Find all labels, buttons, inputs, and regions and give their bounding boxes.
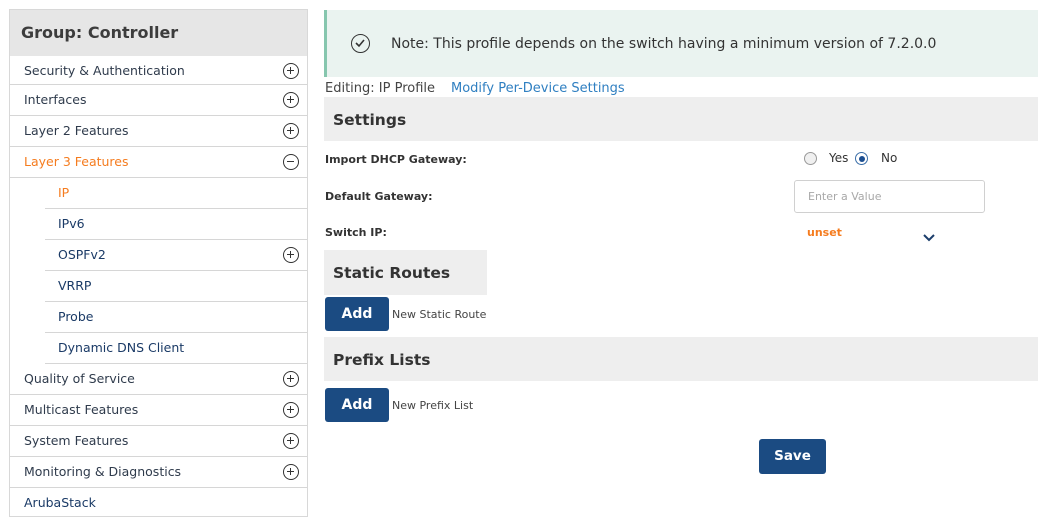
expand-plus-icon[interactable] [283, 464, 299, 480]
import-dhcp-yes-label: Yes [829, 151, 849, 165]
sidebar-item-label: Interfaces [24, 92, 87, 107]
sidebar-title: Group: Controller [10, 10, 307, 56]
add-static-route-button[interactable]: Add [325, 297, 389, 331]
switch-ip-select[interactable]: unset [794, 221, 950, 245]
settings-section-header: Settings [324, 97, 1038, 141]
switch-ip-value: unset [807, 226, 842, 239]
sidebar-item-multicast-features[interactable]: Multicast Features [10, 395, 307, 426]
sidebar-item-label: Dynamic DNS Client [58, 340, 185, 355]
expand-plus-icon[interactable] [283, 63, 299, 79]
sidebar: Group: Controller Security & Authenticat… [9, 9, 308, 517]
sidebar-item-arubastack[interactable]: ArubaStack [10, 488, 307, 519]
expand-plus-icon[interactable] [283, 92, 299, 108]
check-circle-icon [351, 34, 370, 53]
sidebar-item-label: Layer 3 Features [24, 154, 129, 169]
sidebar-item-system-features[interactable]: System Features [10, 426, 307, 457]
import-dhcp-yes-radio[interactable] [804, 152, 817, 165]
save-button[interactable]: Save [759, 439, 826, 474]
sidebar-item-layer3-features[interactable]: Layer 3 Features [10, 147, 307, 178]
default-gateway-input[interactable] [794, 180, 985, 213]
switch-ip-label: Switch IP: [325, 226, 387, 239]
sidebar-item-label: IPv6 [58, 216, 85, 231]
sidebar-item-ip[interactable]: IP [45, 178, 307, 209]
sidebar-item-layer2-features[interactable]: Layer 2 Features [10, 116, 307, 147]
sidebar-item-label: IP [58, 185, 70, 200]
default-gateway-label: Default Gateway: [325, 190, 433, 203]
sidebar-item-dynamic-dns-client[interactable]: Dynamic DNS Client [45, 333, 307, 364]
expand-plus-icon[interactable] [283, 123, 299, 139]
sidebar-item-label: OSPFv2 [58, 247, 106, 262]
new-static-route-caption: New Static Route [392, 308, 487, 321]
sidebar-item-label: Probe [58, 309, 94, 324]
note-text: Note: This profile depends on the switch… [391, 36, 937, 52]
sidebar-item-label: Security & Authentication [24, 63, 185, 78]
import-dhcp-no-radio[interactable] [855, 152, 868, 165]
sidebar-item-probe[interactable]: Probe [45, 302, 307, 333]
sidebar-item-label: System Features [24, 433, 129, 448]
version-note-banner: Note: This profile depends on the switch… [324, 10, 1038, 77]
expand-plus-icon[interactable] [283, 433, 299, 449]
expand-plus-icon[interactable] [283, 247, 299, 263]
sidebar-item-interfaces[interactable]: Interfaces [10, 85, 307, 116]
static-routes-section-header: Static Routes [324, 250, 487, 295]
sidebar-item-monitoring-diagnostics[interactable]: Monitoring & Diagnostics [10, 457, 307, 488]
editing-profile-label: Editing: IP Profile [325, 81, 436, 96]
prefix-lists-section-header: Prefix Lists [324, 337, 1038, 381]
expand-plus-icon[interactable] [283, 402, 299, 418]
sidebar-item-label: Layer 2 Features [24, 123, 129, 138]
sidebar-item-label: VRRP [58, 278, 92, 293]
sidebar-item-quality-of-service[interactable]: Quality of Service [10, 364, 307, 395]
sidebar-item-label: ArubaStack [24, 495, 96, 510]
sidebar-item-label: Multicast Features [24, 402, 139, 417]
import-dhcp-no-label: No [881, 151, 898, 165]
import-dhcp-gateway-label: Import DHCP Gateway: [325, 153, 467, 166]
chevron-down-icon [923, 227, 935, 246]
sidebar-item-vrrp[interactable]: VRRP [45, 271, 307, 302]
sidebar-item-label: Monitoring & Diagnostics [24, 464, 182, 479]
new-prefix-list-caption: New Prefix List [392, 399, 474, 412]
sidebar-item-ospfv2[interactable]: OSPFv2 [45, 240, 307, 271]
modify-per-device-settings-link[interactable]: Modify Per-Device Settings [451, 81, 625, 96]
sidebar-item-security-authentication[interactable]: Security & Authentication [10, 56, 307, 85]
add-prefix-list-button[interactable]: Add [325, 388, 389, 422]
sidebar-item-label: Quality of Service [24, 371, 135, 386]
expand-plus-icon[interactable] [283, 371, 299, 387]
collapse-minus-icon[interactable] [283, 154, 299, 170]
sidebar-item-ipv6[interactable]: IPv6 [45, 209, 307, 240]
